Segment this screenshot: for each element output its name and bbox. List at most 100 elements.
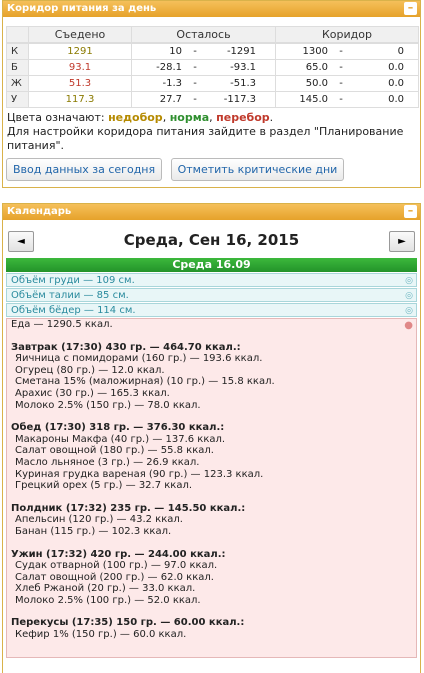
corridor-row: К 1291 10- -1291 1300-0	[6, 43, 419, 60]
corridor-a: 50.0	[305, 78, 328, 89]
meal-item: Молоко 2.5% (150 гр.) — 78.0 ккал.	[15, 399, 201, 411]
remaining-range: -1.3- -51.3	[131, 75, 276, 92]
ruler-icon: ◎	[405, 291, 413, 301]
apple-icon: ●	[404, 320, 413, 331]
food-entries[interactable]: ● Еда — 1290.5 ккал. Завтрак (17:30) 430…	[6, 318, 417, 658]
calendar-nav: ◄ Среда, Сен 16, 2015 ►	[3, 220, 420, 258]
ruler-icon: ◎	[405, 276, 413, 286]
collapse-corridor-button[interactable]: –	[404, 2, 417, 15]
eaten-value: 51.3	[28, 75, 132, 92]
meal-title: Ужин (17:32) 420 гр. — 244.00 ккал.:	[11, 548, 226, 560]
corridor-table: Съедено Осталось Коридор	[6, 26, 419, 43]
meal-title: Перекусы (17:35) 150 гр. — 60.00 ккал.:	[11, 617, 245, 629]
collapse-calendar-button[interactable]: –	[404, 205, 417, 218]
corridor-row: Б 93.1 -28.1- -93.1 65.0-0.0	[6, 59, 419, 76]
corridor-range: 65.0- 0.0	[275, 59, 419, 76]
remaining-dash: -	[193, 94, 197, 105]
corridor-dash: -	[339, 62, 343, 73]
meal-title: Завтрак (17:30) 430 гр. — 464.70 ккал.:	[11, 341, 241, 353]
corridor-panel-header: Коридор питания за день –	[3, 1, 420, 17]
corridor-b: 0.0	[388, 78, 404, 89]
meal-item: Апельсин (120 гр.) — 43.2 ккал.	[15, 514, 183, 526]
corridor-dash: -	[339, 94, 343, 105]
meal-item: Банан (115 гр.) — 102.3 ккал.	[15, 525, 172, 537]
remaining-range: -28.1- -93.1	[131, 59, 276, 76]
legend-prefix: Цвета означают:	[7, 111, 109, 124]
meal-title: Обед (17:30) 318 гр. — 376.30 ккал.:	[11, 422, 225, 434]
corridor-a: 65.0	[305, 62, 328, 73]
calendar-panel: Календарь – ◄ Среда, Сен 16, 2015 ► Сред…	[2, 203, 421, 673]
measure-waist-label: Объём талии — 85 см.	[11, 290, 129, 301]
eaten-value: 93.1	[28, 59, 132, 76]
meal-item: Салат овощной (180 гр.) — 55.8 ккал.	[15, 445, 214, 457]
measure-hips-label: Объём бёдер — 114 см.	[11, 305, 136, 316]
settings-note: Для настройки коридора питания зайдите в…	[7, 125, 404, 152]
remaining-b: -117.3	[223, 94, 256, 105]
measure-waist[interactable]: Объём талии — 85 см. ◎	[6, 288, 417, 302]
meal-item: Макароны Макфа (40 гр.) — 137.6 ккал.	[15, 433, 226, 445]
next-day-button[interactable]: ►	[389, 231, 415, 252]
meal-item: Хлеб Ржаной (20 гр.) — 33.0 ккал.	[15, 583, 196, 595]
remaining-range: 10- -1291	[131, 43, 276, 60]
calendar-panel-header: Календарь –	[3, 204, 420, 220]
corridor-table-body: К 1291 10- -1291 1300-0 Б 93.1 -28.1- -93.1 65.0-…	[6, 43, 419, 108]
eaten-value: 1291	[28, 43, 132, 60]
meal-item: Масло льняное (3 гр.) — 26.9 ккал.	[15, 456, 200, 468]
meal-item: Куриная грудка вареная (90 гр.) — 123.3 …	[15, 468, 264, 480]
calendar-date: Среда, Сен 16, 2015	[123, 231, 300, 249]
corridor-b: 0.0	[388, 62, 404, 73]
eaten-value: 117.3	[28, 91, 132, 108]
corridor-header-row: Съедено Осталось Коридор	[6, 26, 419, 43]
corridor-row: У 117.3 27.7- -117.3 145.0-0.0	[6, 91, 419, 108]
remaining-a: 10	[169, 46, 182, 57]
legend-low: недобор	[108, 111, 163, 124]
measure-chest-label: Объём груди — 109 см.	[11, 275, 135, 286]
meal-title: Полдник (17:32) 235 гр. — 145.50 ккал.:	[11, 502, 246, 514]
meal-item: Кефир 1% (150 гр.) — 60.0 ккал.	[15, 629, 187, 641]
corridor-a: 1300	[302, 46, 328, 57]
remaining-dash: -	[193, 62, 197, 73]
corridor-b: 0.0	[388, 94, 404, 105]
enter-today-data-button[interactable]: Ввод данных за сегодня	[6, 158, 163, 181]
corridor-header-corridor: Коридор	[275, 26, 419, 43]
row-label: Б	[6, 59, 29, 76]
day-header[interactable]: Среда 16.09	[6, 258, 417, 272]
corridor-buttons: Ввод данных за сегодня Отметить критичес…	[3, 153, 420, 187]
meal-item: Яичница с помидорами (160 гр.) — 193.6 к…	[15, 353, 263, 365]
corridor-title: Коридор питания за день	[7, 3, 157, 14]
corridor-header-empty	[6, 26, 29, 43]
mark-critical-days-button[interactable]: Отметить критические дни	[170, 158, 345, 181]
corridor-header-eaten: Съедено	[28, 26, 132, 43]
meal-item: Грецкий орех (5 гр.) — 32.7 ккал.	[15, 480, 193, 492]
corridor-a: 145.0	[299, 94, 328, 105]
remaining-a: 27.7	[159, 94, 182, 105]
color-legend: Цвета означают: недобор, норма, перебор.	[3, 111, 420, 125]
row-label: К	[6, 43, 29, 60]
calendar-title: Календарь	[7, 206, 72, 217]
remaining-range: 27.7- -117.3	[131, 91, 276, 108]
remaining-a: -1.3	[162, 78, 182, 89]
corridor-dash: -	[339, 46, 343, 57]
legend-ok: норма	[169, 111, 210, 124]
row-label: Ж	[6, 75, 29, 92]
corridor-dash: -	[339, 78, 343, 89]
corridor-panel: Коридор питания за день – Съедено Остало…	[2, 0, 421, 188]
legend-sep1: ,	[162, 111, 170, 124]
meal-item: Огурец (80 гр.) — 12.0 ккал.	[15, 364, 165, 376]
corridor-header-remaining: Осталось	[131, 26, 276, 43]
corridor-range: 145.0- 0.0	[275, 91, 419, 108]
legend-high: перебор	[216, 111, 270, 124]
measure-chest[interactable]: Объём груди — 109 см. ◎	[6, 273, 417, 287]
corridor-b: 0	[397, 46, 404, 57]
meal-item: Арахис (30 гр.) — 165.3 ккал.	[15, 387, 170, 399]
remaining-dash: -	[193, 46, 197, 57]
meal-item: Салат овощной (200 гр.) — 62.0 ккал.	[15, 571, 214, 583]
food-total: Еда — 1290.5 ккал.	[11, 319, 113, 330]
corridor-row: Ж 51.3 -1.3- -51.3 50.0-0.0	[6, 75, 419, 92]
remaining-dash: -	[193, 78, 197, 89]
remaining-b: -51.3	[230, 78, 256, 89]
meal-item: Судак отварной (100 гр.) — 97.0 ккал.	[15, 560, 218, 572]
legend-end: .	[269, 111, 274, 124]
measure-hips[interactable]: Объём бёдер — 114 см. ◎	[6, 303, 417, 317]
ruler-icon: ◎	[405, 306, 413, 316]
